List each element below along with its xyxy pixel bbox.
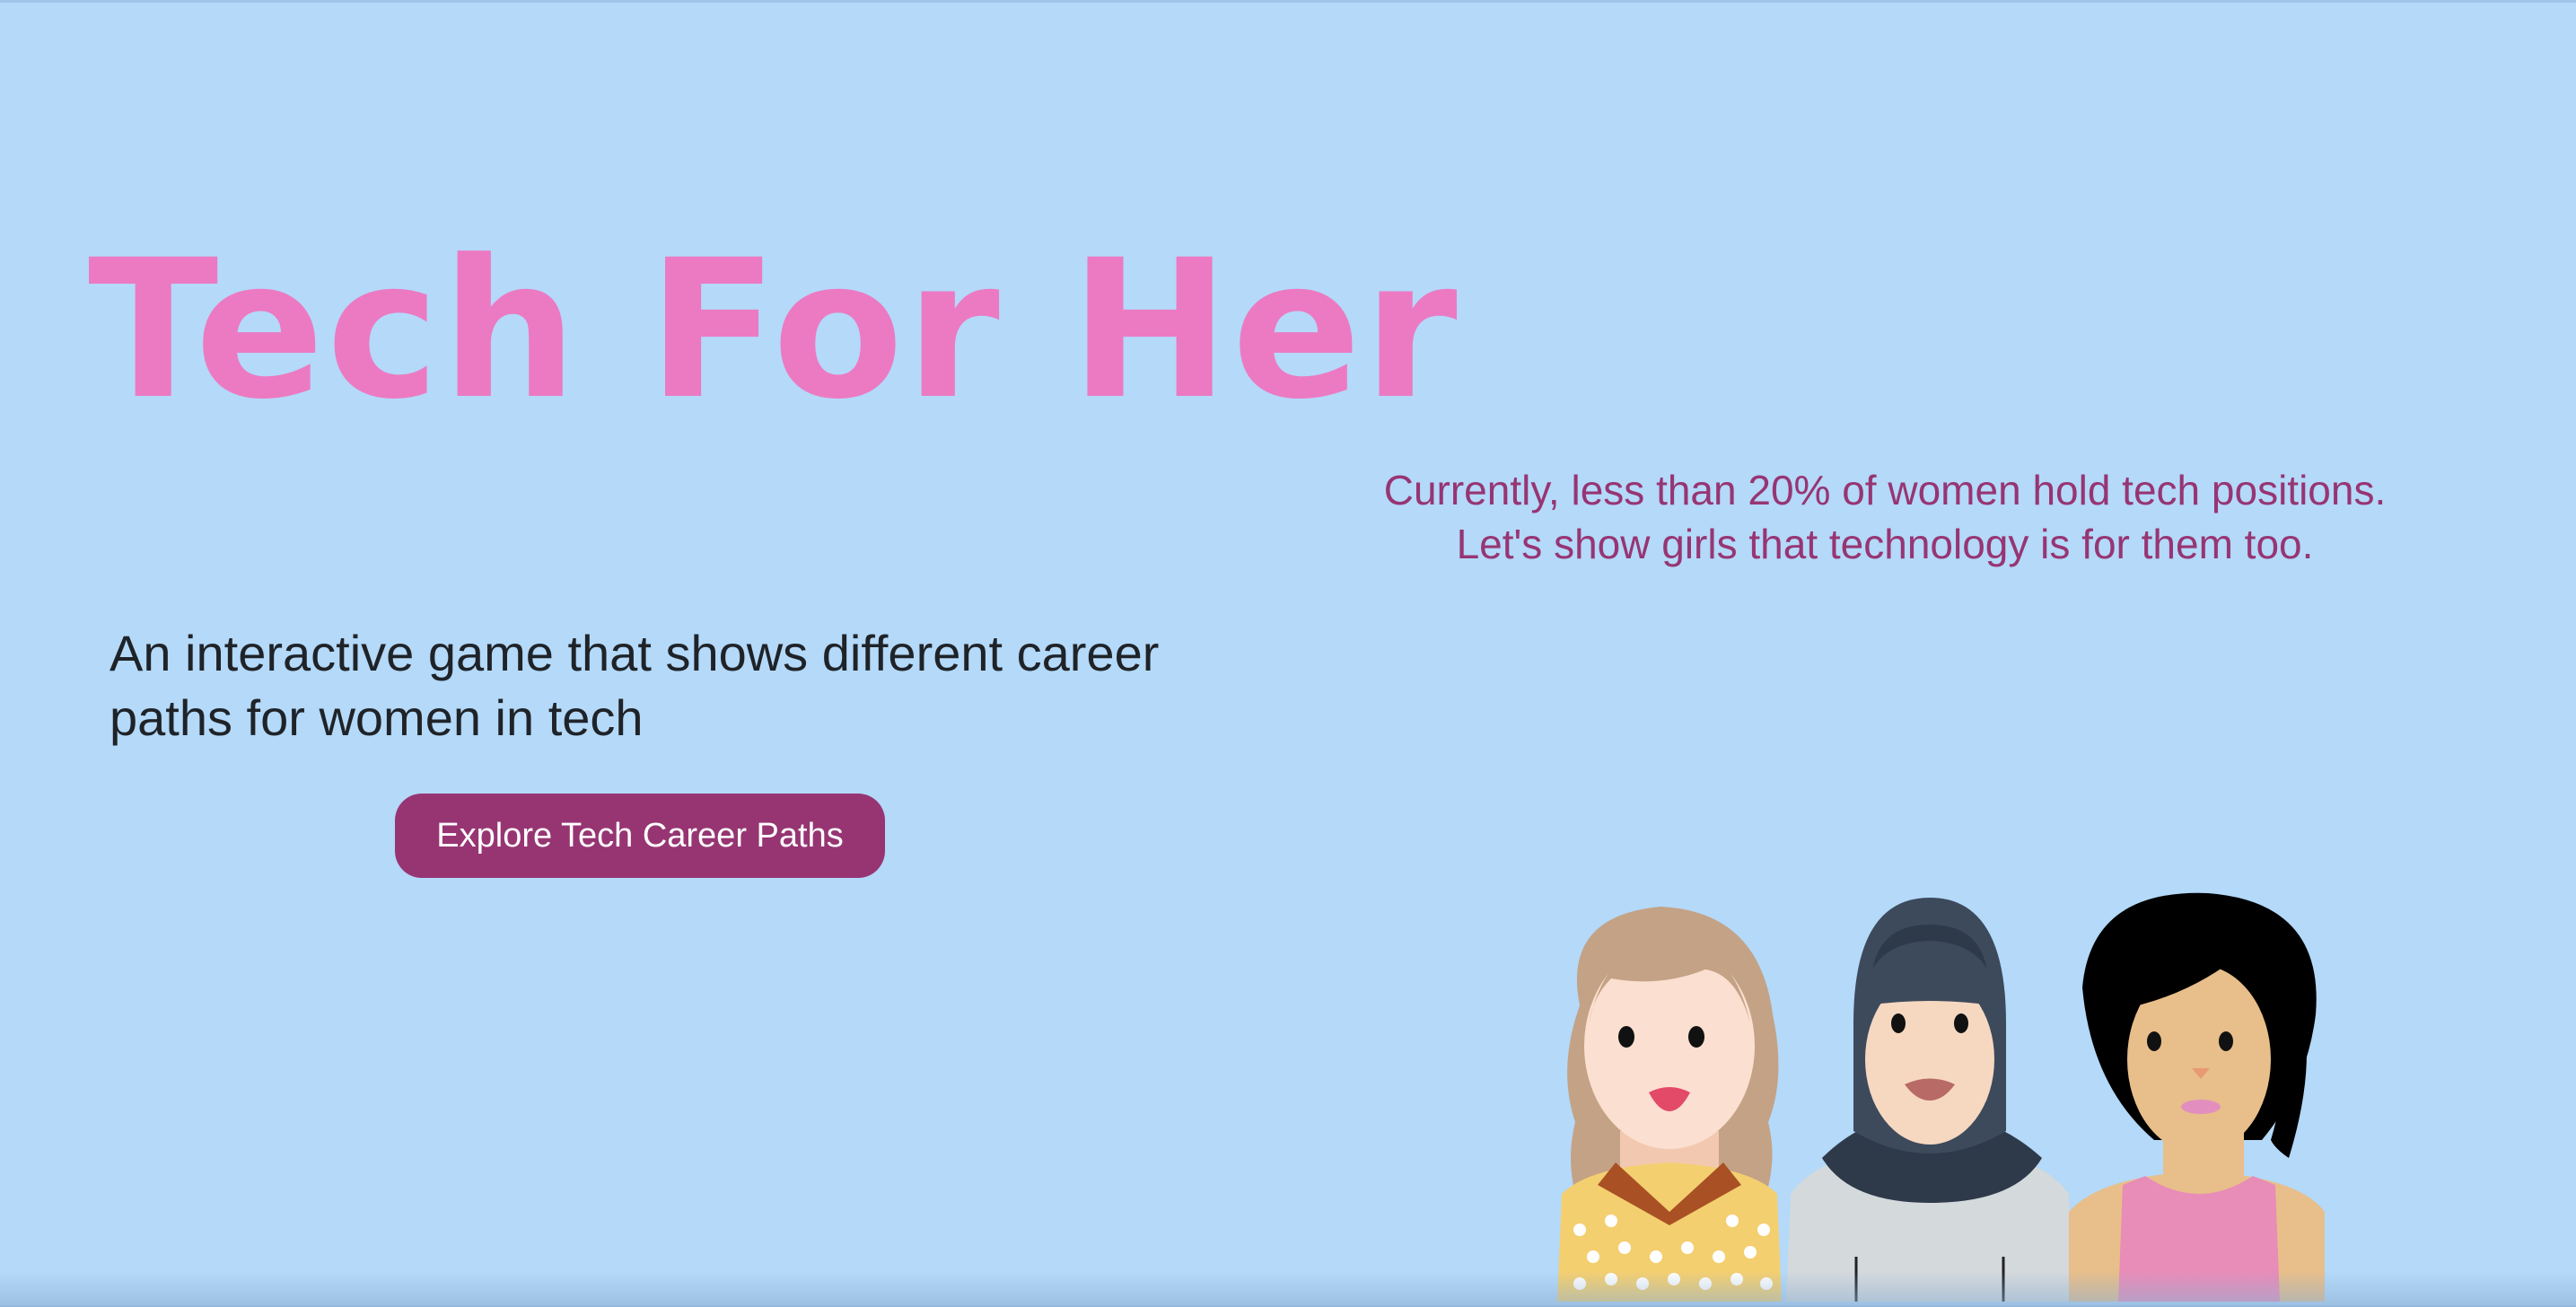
encouragement-line: Let's show girls that technology is for … [1456, 521, 2314, 567]
three-women-avatars-icon [1557, 892, 2325, 1302]
page-title: Tech For Her [88, 219, 1459, 442]
woman-black-hair-avatar-icon [2069, 892, 2325, 1302]
woman-hijab-avatar-icon [1786, 898, 2073, 1302]
statistic-line: Currently, less than 20% of women hold t… [1383, 467, 2387, 513]
landing-page: Tech For Her An interactive game that sh… [0, 0, 2576, 1307]
tagline: An interactive game that shows different… [110, 625, 1160, 746]
woman-blonde-avatar-icon [1557, 907, 1782, 1302]
statistic-message: Currently, less than 20% of women hold t… [1364, 463, 2405, 571]
explore-career-paths-button[interactable]: Explore Tech Career Paths [395, 794, 885, 878]
